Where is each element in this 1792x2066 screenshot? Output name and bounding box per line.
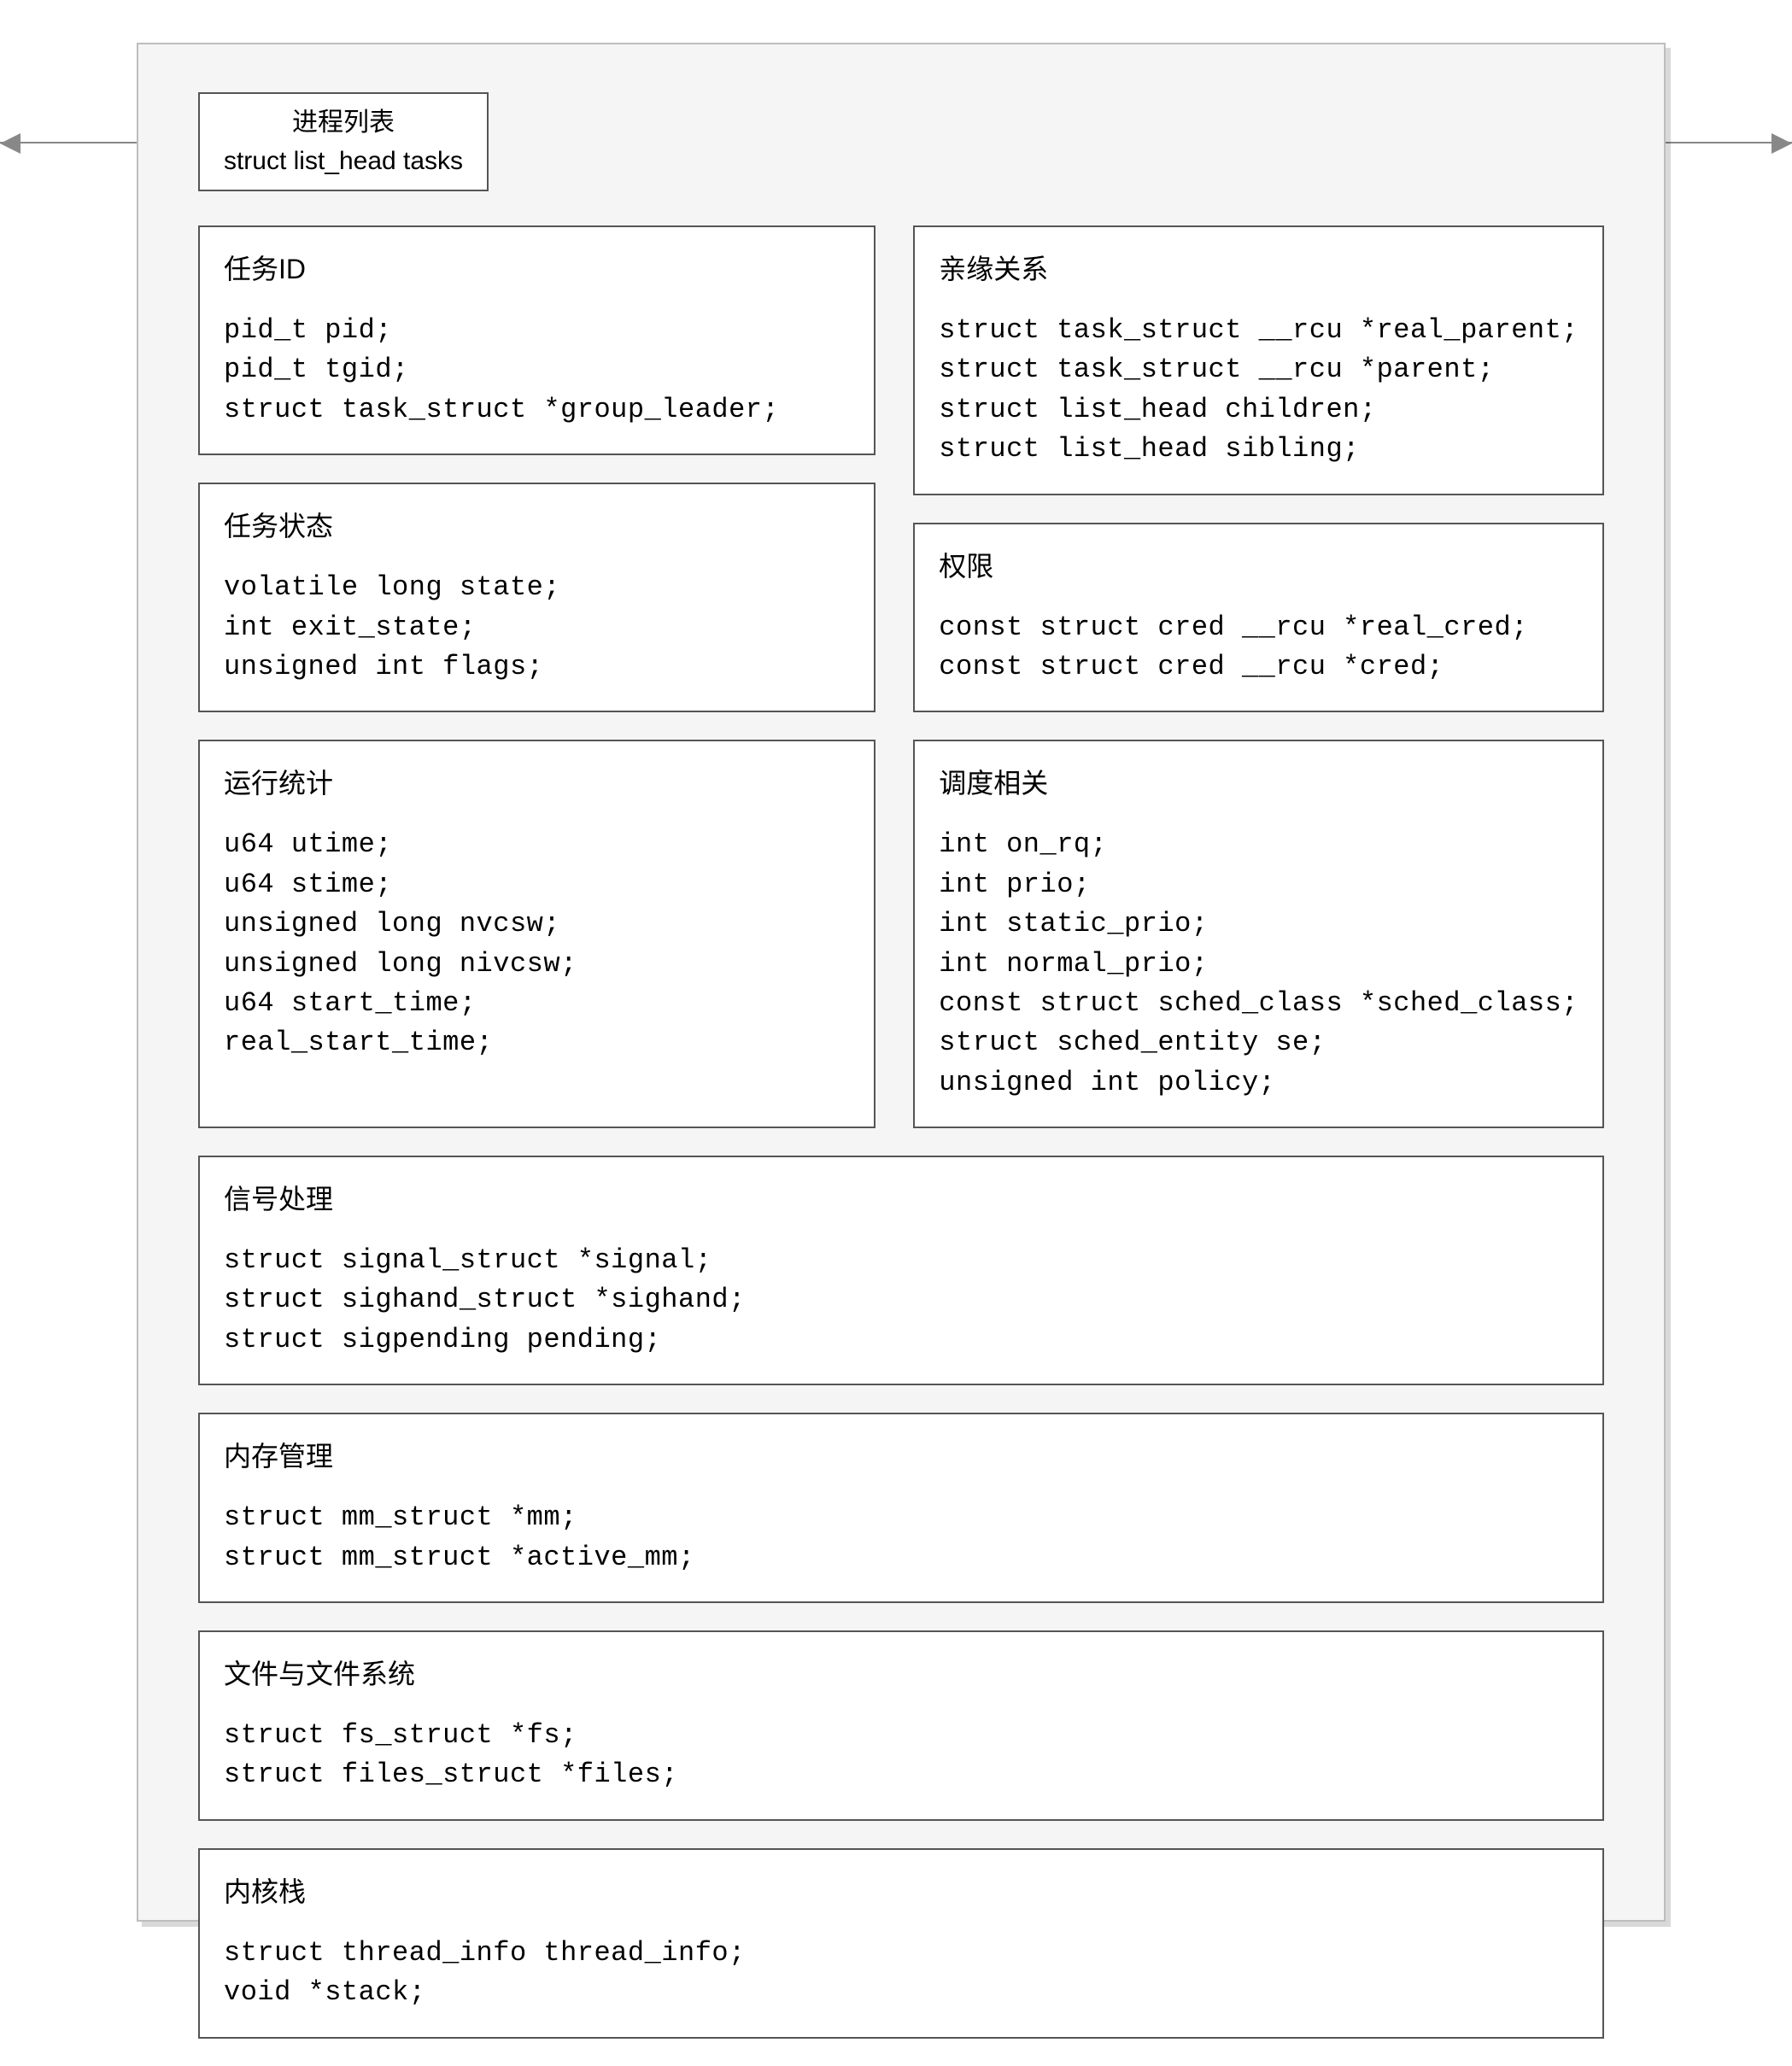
box-title: 调度相关: [939, 762, 1578, 801]
row-5: 文件与文件系统 struct fs_struct *fs; struct fil…: [198, 1630, 1604, 1821]
box-task-state: 任务状态 volatile long state; int exit_state…: [198, 483, 876, 712]
box-kstack: 内核栈 struct thread_info thread_info; void…: [198, 1848, 1604, 2039]
box-title: 亲缘关系: [939, 248, 1578, 287]
header-subtitle: struct list_head tasks: [224, 142, 463, 180]
box-title: 权限: [939, 545, 1578, 584]
box-kinship: 亲缘关系 struct task_struct __rcu *real_pare…: [913, 225, 1604, 495]
box-title: 运行统计: [224, 762, 850, 801]
box-code: pid_t pid; pid_t tgid; struct task_struc…: [224, 311, 850, 430]
row-3: 信号处理 struct signal_struct *signal; struc…: [198, 1156, 1604, 1385]
box-signal: 信号处理 struct signal_struct *signal; struc…: [198, 1156, 1604, 1385]
content-area: 任务ID pid_t pid; pid_t tgid; struct task_…: [198, 225, 1604, 2066]
col-right-1: 亲缘关系 struct task_struct __rcu *real_pare…: [913, 225, 1604, 712]
col-left-1: 任务ID pid_t pid; pid_t tgid; struct task_…: [198, 225, 876, 712]
row-6: 内核栈 struct thread_info thread_info; void…: [198, 1848, 1604, 2039]
box-permission: 权限 const struct cred __rcu *real_cred; c…: [913, 523, 1604, 713]
box-title: 任务状态: [224, 505, 850, 544]
box-code: struct task_struct __rcu *real_parent; s…: [939, 311, 1578, 470]
box-code: struct thread_info thread_info; void *st…: [224, 1934, 1578, 2013]
box-code: const struct cred __rcu *real_cred; cons…: [939, 608, 1578, 688]
box-title: 内存管理: [224, 1435, 1578, 1474]
header-title: 进程列表: [292, 103, 395, 142]
diagram-canvas: 进程列表 struct list_head tasks 任务ID pid_t p…: [0, 0, 1792, 1992]
box-code: u64 utime; u64 stime; unsigned long nvcs…: [224, 825, 850, 1062]
box-code: int on_rq; int prio; int static_prio; in…: [939, 825, 1578, 1103]
box-title: 任务ID: [224, 248, 850, 287]
process-list-header: 进程列表 struct list_head tasks: [198, 92, 489, 191]
arrow-right-icon: [1772, 133, 1792, 154]
box-files: 文件与文件系统 struct fs_struct *fs; struct fil…: [198, 1630, 1604, 1821]
box-run-stats: 运行统计 u64 utime; u64 stime; unsigned long…: [198, 740, 876, 1128]
box-code: struct fs_struct *fs; struct files_struc…: [224, 1716, 1578, 1795]
row-1: 任务ID pid_t pid; pid_t tgid; struct task_…: [198, 225, 1604, 712]
row-4: 内存管理 struct mm_struct *mm; struct mm_str…: [198, 1413, 1604, 1603]
arrow-left-icon: [0, 133, 20, 154]
box-memory: 内存管理 struct mm_struct *mm; struct mm_str…: [198, 1413, 1604, 1603]
row-2: 运行统计 u64 utime; u64 stime; unsigned long…: [198, 740, 1604, 1128]
box-title: 内核栈: [224, 1870, 1578, 1910]
box-code: struct mm_struct *mm; struct mm_struct *…: [224, 1498, 1578, 1577]
box-code: struct signal_struct *signal; struct sig…: [224, 1241, 1578, 1360]
box-sched: 调度相关 int on_rq; int prio; int static_pri…: [913, 740, 1604, 1128]
box-title: 文件与文件系统: [224, 1653, 1578, 1692]
box-code: volatile long state; int exit_state; uns…: [224, 568, 850, 687]
box-task-id: 任务ID pid_t pid; pid_t tgid; struct task_…: [198, 225, 876, 455]
box-title: 信号处理: [224, 1178, 1578, 1217]
